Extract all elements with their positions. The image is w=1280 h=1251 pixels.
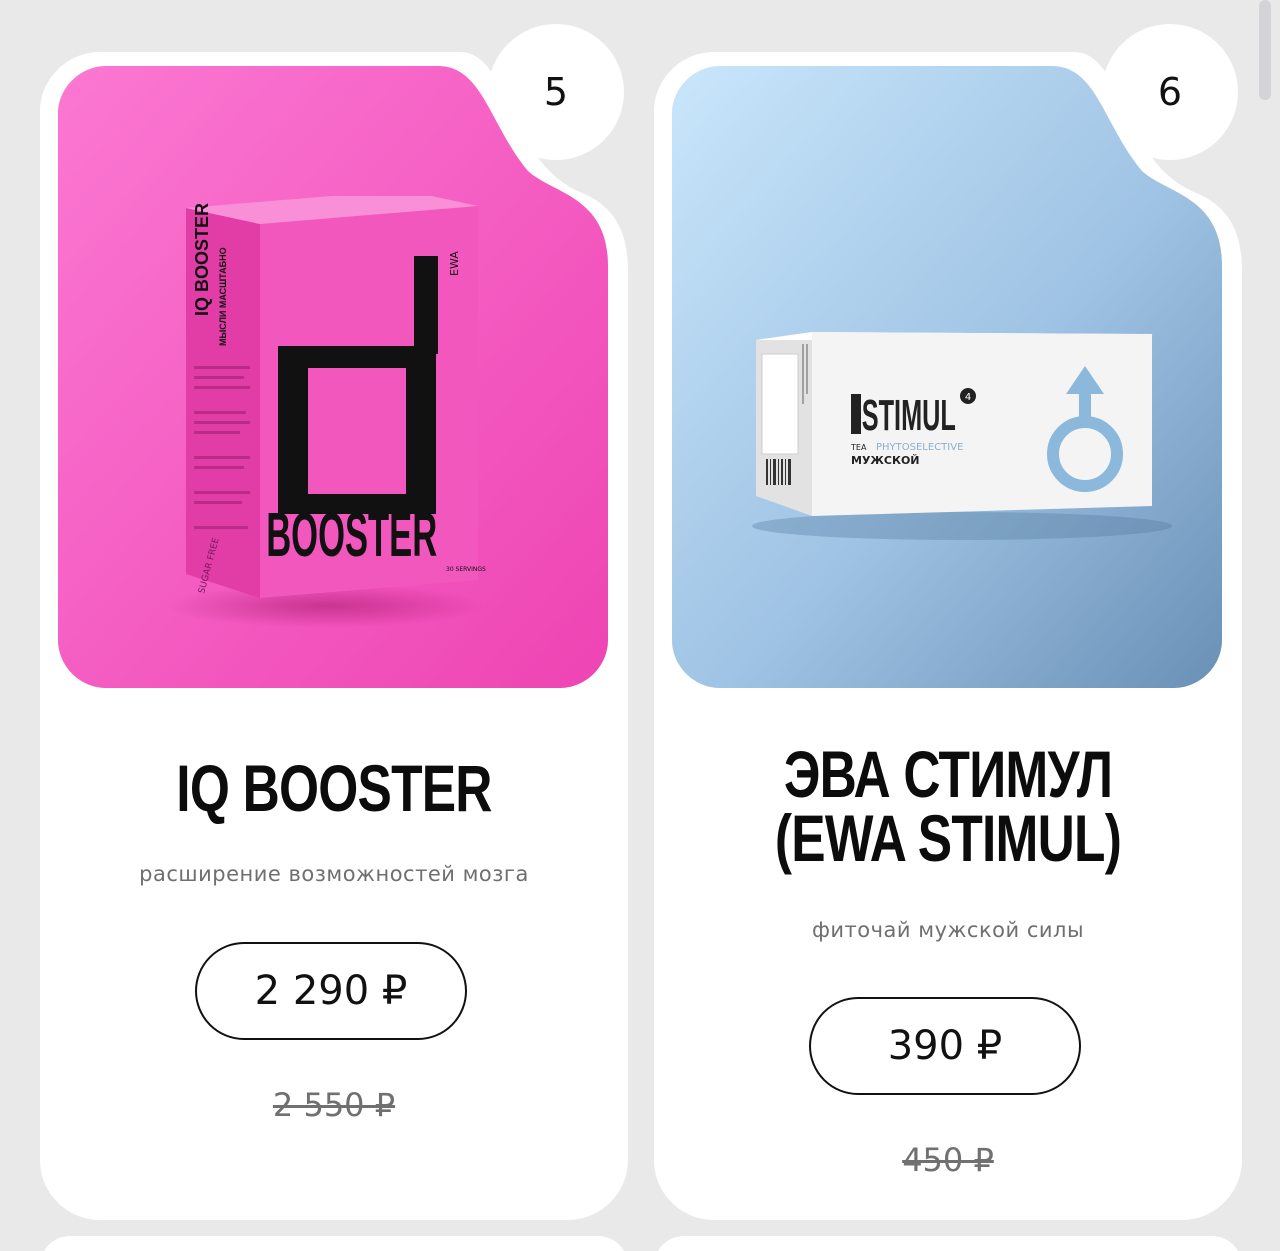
scrollbar[interactable] [1259, 0, 1271, 100]
box-main-text: BOOSTER [266, 501, 437, 569]
next-card-peek-right [654, 1236, 1242, 1251]
old-price: 2 550 ₽ [272, 1086, 396, 1124]
product-title-line: ЭВА СТИМУЛ [783, 737, 1113, 811]
product-grid-page: 5 BOOSTER 30 SERVINGS EWA IQ BOOSTER МЫС… [0, 0, 1280, 1251]
product-title-line: (EWA STIMUL) [774, 801, 1122, 875]
box-line-text: PHYTOSELECTIVE [876, 442, 963, 453]
product-title: IQ BOOSTER [105, 751, 564, 825]
product-image[interactable]: BOOSTER 30 SERVINGS EWA IQ BOOSTER МЫСЛИ… [58, 66, 608, 688]
box-brand-text: EWA [448, 251, 461, 276]
product-image[interactable]: STIMUL 4 TEA PHYTOSELECTIVE МУЖСКОЙ [672, 66, 1222, 688]
product-subtitle: расширение возможностей мозга [139, 862, 529, 886]
box-side-sub: МЫСЛИ МАСШТАБНО [218, 247, 228, 346]
old-price: 450 ₽ [902, 1141, 994, 1179]
price-button[interactable]: 390 ₽ [809, 997, 1081, 1095]
price-button[interactable]: 2 290 ₽ [195, 942, 467, 1040]
product-card[interactable]: 5 BOOSTER 30 SERVINGS EWA IQ BOOSTER МЫС… [40, 24, 628, 1220]
product-title: ЭВА СТИМУЛ (EWA STIMUL) [719, 737, 1178, 875]
product-card[interactable]: 6 STIMUL 4 TEA PHYTOSELECTIVE МУЖСКОЙ ЭВ… [654, 24, 1242, 1220]
stimul-box: STIMUL 4 TEA PHYTOSELECTIVE МУЖСКОЙ [756, 332, 1154, 516]
product-subtitle: фиточай мужской силы [811, 918, 1085, 942]
box-main-text: STIMUL [862, 392, 956, 440]
box-sub-text: МУЖСКОЙ [851, 454, 920, 467]
box-tea-text: TEA [850, 443, 867, 452]
box-badge: 4 [965, 392, 971, 403]
box-servings-text: 30 SERVINGS [446, 566, 486, 573]
box-side-title: IQ BOOSTER [192, 203, 212, 316]
iq-booster-box: BOOSTER 30 SERVINGS EWA IQ BOOSTER МЫСЛИ… [186, 196, 486, 598]
next-card-peek-left [40, 1236, 628, 1251]
product-title-line: IQ BOOSTER [176, 751, 492, 825]
